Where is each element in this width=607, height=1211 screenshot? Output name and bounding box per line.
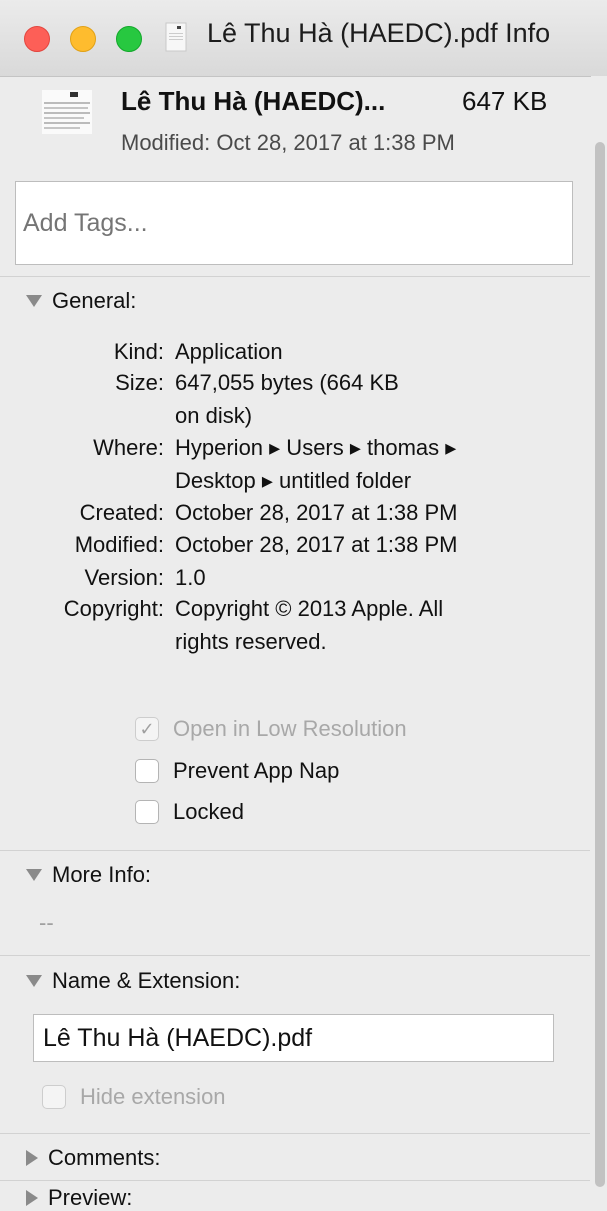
open-low-resolution-label: Open in Low Resolution xyxy=(173,716,407,741)
comments-label: Comments: xyxy=(48,1145,161,1170)
disclosure-triangle-icon xyxy=(26,869,42,881)
hide-extension-checkbox[interactable]: Hide extension xyxy=(42,1084,226,1110)
divider xyxy=(0,276,590,277)
document-thumbnail-icon xyxy=(42,90,92,134)
file-size: 647 KB xyxy=(462,86,548,116)
checkbox-box xyxy=(42,1085,66,1109)
disclosure-triangle-icon xyxy=(26,1150,38,1166)
prevent-app-nap-label: Prevent App Nap xyxy=(173,758,340,783)
created-key: Created: xyxy=(79,500,164,525)
locked-checkbox[interactable]: Locked xyxy=(135,799,244,825)
prevent-app-nap-checkbox[interactable]: Prevent App Nap xyxy=(135,758,339,784)
checkmark-icon: ✓ xyxy=(135,717,159,741)
modified-date: Modified: Oct 28, 2017 at 1:38 PM xyxy=(121,130,455,155)
preview-section-toggle[interactable]: Preview: xyxy=(26,1185,132,1211)
modified-key: Modified: xyxy=(74,532,164,557)
tags-input[interactable] xyxy=(15,181,573,265)
scrollbar-thumb[interactable] xyxy=(595,142,605,1187)
checkbox-box xyxy=(135,800,159,824)
created-value: October 28, 2017 at 1:38 PM xyxy=(175,500,458,525)
divider xyxy=(0,1180,590,1181)
disclosure-triangle-icon xyxy=(26,975,42,987)
kind-key: Kind: xyxy=(113,339,164,364)
checkbox-box xyxy=(135,759,159,783)
open-low-resolution-checkbox[interactable]: ✓ Open in Low Resolution xyxy=(135,716,407,742)
where-key: Where: xyxy=(93,435,164,460)
size-value-line2: on disk) xyxy=(175,403,253,428)
divider xyxy=(0,955,590,956)
size-key: Size: xyxy=(115,370,164,395)
version-key: Version: xyxy=(84,565,165,590)
more-info-section-toggle[interactable]: More Info: xyxy=(26,862,151,888)
name-extension-section-toggle[interactable]: Name & Extension: xyxy=(26,968,240,994)
minimize-button[interactable] xyxy=(70,26,96,52)
document-proxy-icon[interactable] xyxy=(165,22,187,52)
close-button[interactable] xyxy=(24,26,50,52)
copyright-key: Copyright: xyxy=(63,596,164,621)
hide-extension-label: Hide extension xyxy=(80,1084,226,1109)
more-info-label: More Info: xyxy=(52,862,152,887)
copyright-value: Copyright © 2013 Apple. All xyxy=(175,596,444,621)
locked-label: Locked xyxy=(173,799,244,824)
general-label: General: xyxy=(52,288,137,313)
disclosure-triangle-icon xyxy=(26,295,42,307)
name-extension-label: Name & Extension: xyxy=(52,968,241,993)
modified-value: October 28, 2017 at 1:38 PM xyxy=(175,532,458,557)
divider xyxy=(0,1133,590,1134)
zoom-button[interactable] xyxy=(116,26,142,52)
scrollbar-track[interactable] xyxy=(591,76,607,1204)
comments-section-toggle[interactable]: Comments: xyxy=(26,1145,160,1171)
divider xyxy=(0,850,590,851)
kind-value: Application xyxy=(175,339,283,364)
preview-label: Preview: xyxy=(48,1185,133,1210)
title-bar: Lê Thu Hà (HAEDC).pdf Info xyxy=(0,0,607,77)
where-value: Hyperion ▸ Users ▸ thomas ▸ xyxy=(175,435,457,460)
version-value: 1.0 xyxy=(175,565,206,590)
file-name-field[interactable] xyxy=(33,1014,554,1062)
more-info-value: -- xyxy=(39,910,54,935)
copyright-value-line2: rights reserved. xyxy=(175,629,327,654)
size-value: 647,055 bytes (664 KB xyxy=(175,370,399,395)
where-value-line2: Desktop ▸ untitled folder xyxy=(175,468,412,493)
file-name: Lê Thu Hà (HAEDC)... xyxy=(121,86,386,116)
general-section-toggle[interactable]: General: xyxy=(26,288,136,314)
window-title: Lê Thu Hà (HAEDC).pdf Info xyxy=(207,18,551,48)
